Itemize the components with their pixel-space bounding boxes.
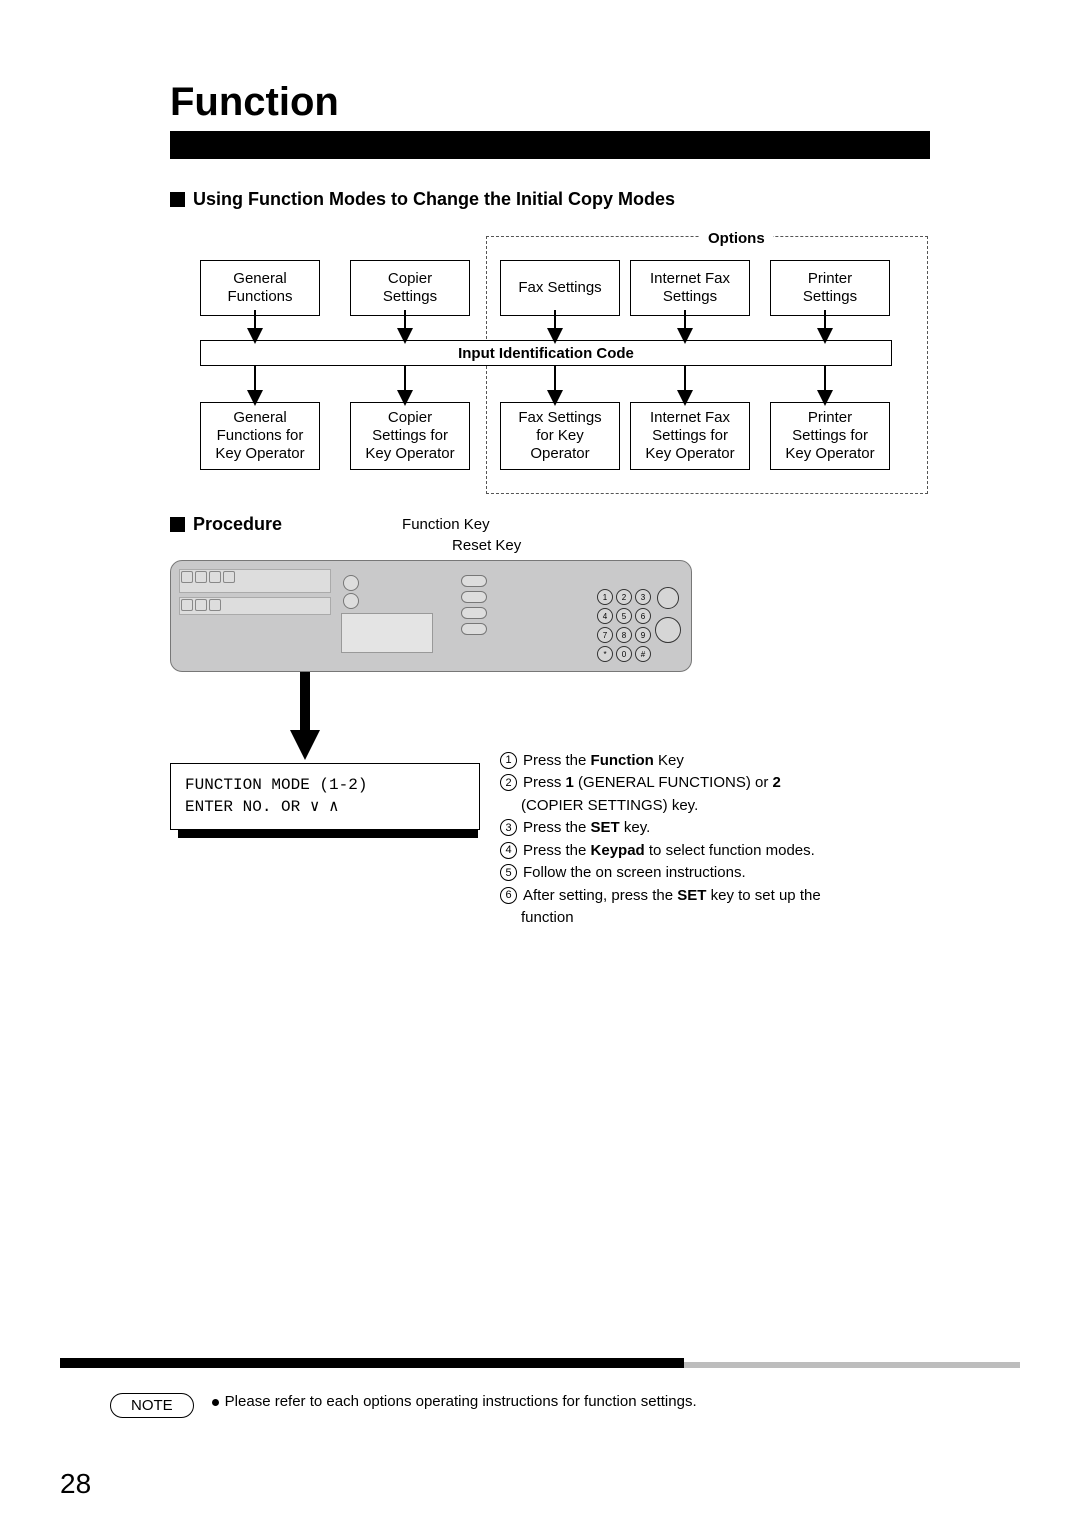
start-key bbox=[655, 617, 681, 643]
procedure-steps: 1 Press the Function Key 2 Press 1 (GENE… bbox=[500, 750, 910, 930]
step-6-cont: function bbox=[500, 907, 910, 930]
step-number: 2 bbox=[500, 774, 517, 791]
step-6: 6 After setting, press the SET key to se… bbox=[500, 885, 910, 908]
page-number: 28 bbox=[60, 1468, 91, 1500]
step-number: 6 bbox=[500, 887, 517, 904]
step-3: 3 Press the SET key. bbox=[500, 817, 910, 840]
step-4: 4 Press the Keypad to select function mo… bbox=[500, 840, 910, 863]
flow-arrow bbox=[170, 230, 940, 500]
key-0: 0 bbox=[616, 646, 632, 662]
key-9: 9 bbox=[635, 627, 651, 643]
control-panel-illustration: 1 2 3 4 5 6 7 8 9 * 0 # bbox=[170, 560, 692, 672]
step-5: 5 Follow the on screen instructions. bbox=[500, 862, 910, 885]
step-number: 3 bbox=[500, 819, 517, 836]
stop-key bbox=[657, 587, 679, 609]
step-number: 5 bbox=[500, 864, 517, 881]
subheading: Using Function Modes to Change the Initi… bbox=[170, 189, 1020, 210]
step-2-cont: (COPIER SETTINGS) key. bbox=[500, 795, 910, 818]
note-block: NOTE Please refer to each options operat… bbox=[110, 1393, 1010, 1418]
key-1: 1 bbox=[597, 589, 613, 605]
key-5: 5 bbox=[616, 608, 632, 624]
key-2: 2 bbox=[616, 589, 632, 605]
bullet-square-icon bbox=[170, 517, 185, 532]
bullet-square-icon bbox=[170, 192, 185, 207]
note-text: Please refer to each options operating i… bbox=[225, 1393, 697, 1410]
key-3: 3 bbox=[635, 589, 651, 605]
down-arrow-icon bbox=[290, 670, 320, 760]
key-7: 7 bbox=[597, 627, 613, 643]
key-star: * bbox=[597, 646, 613, 662]
step-number: 4 bbox=[500, 842, 517, 859]
subheading-text: Using Function Modes to Change the Initi… bbox=[193, 189, 675, 210]
reset-key-label: Reset Key bbox=[452, 535, 521, 556]
step-2: 2 Press 1 (GENERAL FUNCTIONS) or 2 bbox=[500, 772, 910, 795]
flowchart: Options GeneralFunctions CopierSettings … bbox=[170, 230, 940, 500]
bullet-icon bbox=[212, 1399, 219, 1406]
key-8: 8 bbox=[616, 627, 632, 643]
title-bar bbox=[170, 131, 930, 159]
key-6: 6 bbox=[635, 608, 651, 624]
procedure-label: Procedure bbox=[193, 514, 282, 535]
procedure-heading: Procedure bbox=[170, 514, 282, 535]
footer-rule bbox=[60, 1358, 1020, 1368]
page-title: Function bbox=[170, 80, 1020, 125]
display-line1: FUNCTION MODE (1-2) bbox=[185, 774, 465, 796]
function-key-label: Function Key bbox=[402, 514, 521, 535]
note-label: NOTE bbox=[110, 1393, 194, 1418]
key-hash: # bbox=[635, 646, 651, 662]
step-1: 1 Press the Function Key bbox=[500, 750, 910, 773]
lcd-display: FUNCTION MODE (1-2) ENTER NO. OR ∨ ∧ bbox=[170, 763, 480, 830]
key-4: 4 bbox=[597, 608, 613, 624]
keypad: 1 2 3 4 5 6 7 8 9 * 0 # bbox=[597, 589, 651, 662]
step-number: 1 bbox=[500, 752, 517, 769]
display-line2: ENTER NO. OR ∨ ∧ bbox=[185, 796, 465, 818]
